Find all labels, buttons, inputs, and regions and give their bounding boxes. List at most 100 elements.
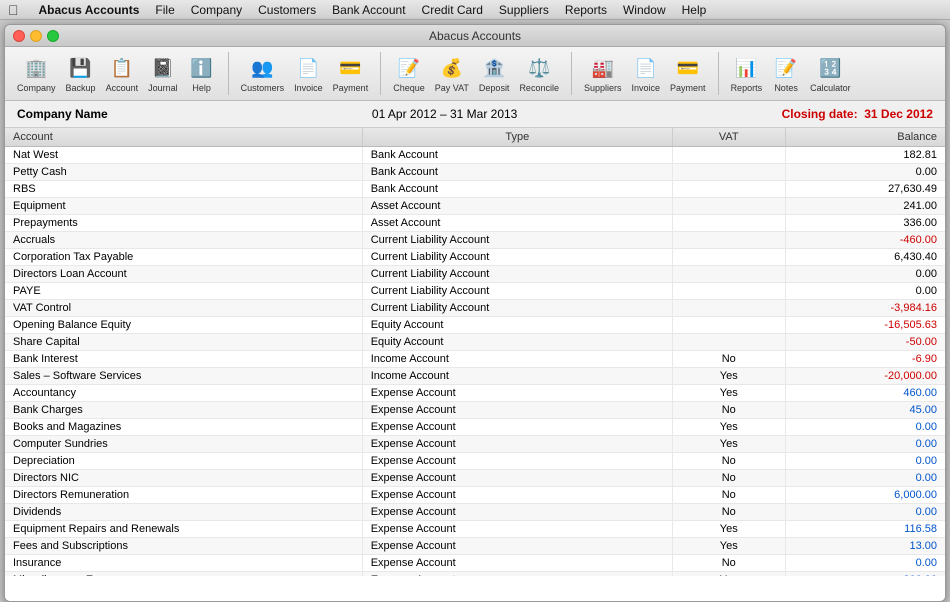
reports-icon: 📊: [732, 54, 760, 82]
cell-type: Current Liability Account: [362, 232, 672, 249]
table-header-row: Account Type VAT Balance: [5, 128, 945, 147]
maximize-button[interactable]: [47, 30, 59, 42]
col-header-type: Type: [362, 128, 672, 147]
cell-vat: [672, 232, 785, 249]
toolbar-account-button[interactable]: 📋 Account: [102, 52, 143, 95]
cell-type: Expense Account: [362, 504, 672, 521]
menu-app-name[interactable]: Abacus Accounts: [31, 0, 148, 20]
toolbar-payment-supp-button[interactable]: 💳 Payment: [666, 52, 710, 95]
cell-account: Accruals: [5, 232, 362, 249]
table-row[interactable]: Books and MagazinesExpense AccountYes0.0…: [5, 419, 945, 436]
closing-date-label: Closing date: 31 Dec 2012: [782, 107, 933, 121]
table-row[interactable]: Sales – Software ServicesIncome AccountY…: [5, 368, 945, 385]
table-row[interactable]: Opening Balance EquityEquity Account-16,…: [5, 317, 945, 334]
cell-type: Bank Account: [362, 181, 672, 198]
toolbar-reports-button[interactable]: 📊 Reports: [727, 52, 767, 95]
cell-vat: Yes: [672, 521, 785, 538]
reports-label: Reports: [731, 83, 763, 93]
menu-suppliers[interactable]: Suppliers: [491, 0, 557, 20]
cell-balance: -3,984.16: [785, 300, 945, 317]
toolbar-cheque-button[interactable]: 📝 Cheque: [389, 52, 429, 95]
account-icon: 📋: [108, 54, 136, 82]
apple-menu[interactable]: : [8, 2, 19, 18]
toolbar-reconcile-button[interactable]: ⚖️ Reconcile: [515, 52, 563, 95]
menu-reports[interactable]: Reports: [557, 0, 615, 20]
invoice-cust-icon: 📄: [294, 54, 322, 82]
toolbar-notes-button[interactable]: 📝 Notes: [768, 52, 804, 95]
menu-bank-account[interactable]: Bank Account: [324, 0, 413, 20]
cell-type: Bank Account: [362, 164, 672, 181]
table-row[interactable]: Miscellaneous ExpensesExpense AccountYes…: [5, 572, 945, 577]
minimize-button[interactable]: [30, 30, 42, 42]
table-row[interactable]: AccrualsCurrent Liability Account-460.00: [5, 232, 945, 249]
table-row[interactable]: Share CapitalEquity Account-50.00: [5, 334, 945, 351]
table-row[interactable]: Bank InterestIncome AccountNo-6.90: [5, 351, 945, 368]
toolbar-invoice-cust-button[interactable]: 📄 Invoice: [290, 52, 327, 95]
toolbar-calculator-button[interactable]: 🔢 Calculator: [806, 52, 855, 95]
menu-customers[interactable]: Customers: [250, 0, 324, 20]
cell-type: Current Liability Account: [362, 266, 672, 283]
cell-balance: 0.00: [785, 453, 945, 470]
title-bar: Abacus Accounts: [5, 25, 945, 47]
table-row[interactable]: Computer SundriesExpense AccountYes0.00: [5, 436, 945, 453]
cell-account: Share Capital: [5, 334, 362, 351]
table-row[interactable]: Directors NICExpense AccountNo0.00: [5, 470, 945, 487]
accounts-table-wrapper[interactable]: Account Type VAT Balance Nat WestBank Ac…: [5, 128, 945, 576]
cell-account: Fees and Subscriptions: [5, 538, 362, 555]
cell-type: Equity Account: [362, 317, 672, 334]
toolbar-journal-button[interactable]: 📓 Journal: [144, 52, 182, 95]
cell-balance: 336.00: [785, 215, 945, 232]
menu-file[interactable]: File: [147, 0, 182, 20]
cell-type: Expense Account: [362, 453, 672, 470]
menu-credit-card[interactable]: Credit Card: [414, 0, 491, 20]
window-title: Abacus Accounts: [429, 29, 521, 43]
table-row[interactable]: VAT ControlCurrent Liability Account-3,9…: [5, 300, 945, 317]
cell-balance: 6,000.00: [785, 487, 945, 504]
cell-vat: [672, 249, 785, 266]
toolbar-invoice-supp-button[interactable]: 📄 Invoice: [628, 52, 665, 95]
close-button[interactable]: [13, 30, 25, 42]
table-row[interactable]: DepreciationExpense AccountNo0.00: [5, 453, 945, 470]
deposit-label: Deposit: [479, 83, 510, 93]
cell-vat: No: [672, 504, 785, 521]
menu-company[interactable]: Company: [183, 0, 250, 20]
table-row[interactable]: Directors RemunerationExpense AccountNo6…: [5, 487, 945, 504]
toolbar-suppliers-button[interactable]: 🏭 Suppliers: [580, 52, 626, 95]
help-icon: ℹ️: [188, 54, 216, 82]
cell-balance: 27,630.49: [785, 181, 945, 198]
table-row[interactable]: Nat WestBank Account182.81: [5, 147, 945, 164]
menu-window[interactable]: Window: [615, 0, 674, 20]
table-row[interactable]: InsuranceExpense AccountNo0.00: [5, 555, 945, 572]
calculator-icon: 🔢: [816, 54, 844, 82]
cell-account: Directors NIC: [5, 470, 362, 487]
menu-help[interactable]: Help: [674, 0, 715, 20]
table-row[interactable]: RBSBank Account27,630.49: [5, 181, 945, 198]
table-row[interactable]: Directors Loan AccountCurrent Liability …: [5, 266, 945, 283]
cell-vat: Yes: [672, 368, 785, 385]
cell-account: Equipment: [5, 198, 362, 215]
toolbar-backup-button[interactable]: 💾 Backup: [62, 52, 100, 95]
table-row[interactable]: Equipment Repairs and RenewalsExpense Ac…: [5, 521, 945, 538]
table-row[interactable]: DividendsExpense AccountNo0.00: [5, 504, 945, 521]
toolbar: 🏢 Company 💾 Backup 📋 Account 📓 Journal ℹ…: [5, 47, 945, 101]
toolbar-help-button[interactable]: ℹ️ Help: [184, 52, 220, 95]
table-row[interactable]: Corporation Tax PayableCurrent Liability…: [5, 249, 945, 266]
table-row[interactable]: PrepaymentsAsset Account336.00: [5, 215, 945, 232]
table-row[interactable]: AccountancyExpense AccountYes460.00: [5, 385, 945, 402]
toolbar-company-button[interactable]: 🏢 Company: [13, 52, 60, 95]
toolbar-deposit-button[interactable]: 🏦 Deposit: [475, 52, 514, 95]
payment-cust-label: Payment: [333, 83, 369, 93]
cell-balance: 6,430.40: [785, 249, 945, 266]
table-row[interactable]: Fees and SubscriptionsExpense AccountYes…: [5, 538, 945, 555]
table-row[interactable]: Petty CashBank Account0.00: [5, 164, 945, 181]
cell-account: Bank Charges: [5, 402, 362, 419]
table-row[interactable]: PAYECurrent Liability Account0.00: [5, 283, 945, 300]
table-row[interactable]: Bank ChargesExpense AccountNo45.00: [5, 402, 945, 419]
table-row[interactable]: EquipmentAsset Account241.00: [5, 198, 945, 215]
toolbar-payvat-button[interactable]: 💰 Pay VAT: [431, 52, 473, 95]
reconcile-label: Reconcile: [519, 83, 559, 93]
cell-vat: [672, 147, 785, 164]
toolbar-customers-button[interactable]: 👥 Customers: [237, 52, 289, 95]
payment-supp-icon: 💳: [674, 54, 702, 82]
toolbar-payment-cust-button[interactable]: 💳 Payment: [329, 52, 373, 95]
